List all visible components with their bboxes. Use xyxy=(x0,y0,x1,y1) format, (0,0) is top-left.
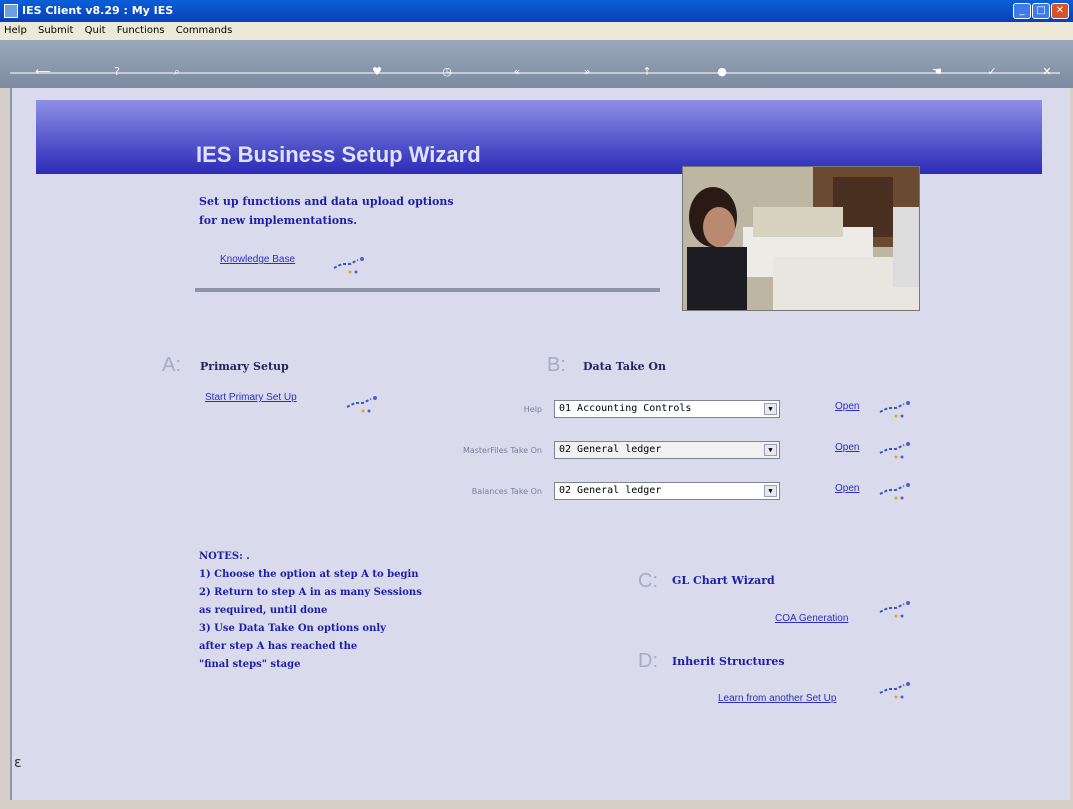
balances-take-on-select[interactable]: 02 General ledger ▼ xyxy=(554,482,780,500)
menu-functions[interactable]: Functions xyxy=(117,22,165,40)
toolbar: ⟵ ? ⌕ ♥ ◷ « » ↑ ● ☚ ✓ ✕ xyxy=(0,40,1073,88)
menu-submit[interactable]: Submit xyxy=(38,22,73,40)
banner: IES Business Setup Wizard xyxy=(36,100,1042,174)
step-b-letter: B: xyxy=(547,354,566,376)
network-icon[interactable] xyxy=(332,254,366,276)
title-bar: IES Client v8.29 : My IES _ □ ✕ xyxy=(0,0,1073,22)
balances-take-on-select-value: 02 General ledger xyxy=(559,485,662,496)
circle-icon[interactable]: ● xyxy=(715,65,729,79)
up-icon[interactable]: ↑ xyxy=(640,65,654,79)
help-label: Help xyxy=(523,405,542,414)
coa-generation-link[interactable]: COA Generation xyxy=(775,613,848,624)
network-icon[interactable] xyxy=(345,393,379,415)
menu-quit[interactable]: Quit xyxy=(85,22,106,40)
heart-icon[interactable]: ♥ xyxy=(370,65,384,79)
inherit-structures-title: Inherit Structures xyxy=(672,655,785,668)
window-title: IES Client v8.29 : My IES xyxy=(22,4,174,17)
forward-icon[interactable]: » xyxy=(580,65,594,79)
divider xyxy=(195,288,660,292)
intro-line-1: Set up functions and data upload options xyxy=(199,195,454,208)
network-icon[interactable] xyxy=(878,480,912,502)
learn-from-another-setup-link[interactable]: Learn from another Set Up xyxy=(718,693,836,704)
help-icon[interactable]: ? xyxy=(110,65,124,79)
maximize-button[interactable]: □ xyxy=(1032,3,1050,19)
office-photo xyxy=(682,166,920,311)
step-a-letter: A: xyxy=(162,354,181,376)
minimize-button[interactable]: _ xyxy=(1013,3,1031,19)
menu-help[interactable]: Help xyxy=(4,22,27,40)
notes-line: 2) Return to step A in as many Sessions xyxy=(199,587,422,598)
side-marker-icon: ɛ xyxy=(14,755,22,771)
notes-line: after step A has reached the xyxy=(199,641,358,652)
check-icon[interactable]: ✓ xyxy=(985,65,999,79)
intro: Set up functions and data upload options… xyxy=(199,192,454,230)
notes: NOTES: . 1) Choose the option at step A … xyxy=(199,548,422,674)
network-icon[interactable] xyxy=(878,439,912,461)
close-icon[interactable]: ✕ xyxy=(1040,65,1054,79)
data-take-on-title: Data Take On xyxy=(583,360,666,373)
balances-take-on-label: Balances Take On xyxy=(471,487,542,496)
close-button[interactable]: ✕ xyxy=(1051,3,1069,19)
step-d-letter: D: xyxy=(638,650,658,672)
step-c-letter: C: xyxy=(638,570,658,592)
menu-commands[interactable]: Commands xyxy=(176,22,233,40)
masterfiles-take-on-select[interactable]: 02 General ledger ▼ xyxy=(554,441,780,459)
open-balances-link[interactable]: Open xyxy=(835,483,859,494)
toolbar-rail xyxy=(10,72,1060,74)
notes-heading: NOTES: . xyxy=(199,551,250,562)
notes-line: 3) Use Data Take On options only xyxy=(199,623,386,634)
open-help-link[interactable]: Open xyxy=(835,401,859,412)
primary-setup-title: Primary Setup xyxy=(200,360,289,373)
knowledge-base-link[interactable]: Knowledge Base xyxy=(220,254,295,265)
gl-chart-wizard-title: GL Chart Wizard xyxy=(672,574,775,587)
notes-line: as required, until done xyxy=(199,605,328,616)
network-icon[interactable] xyxy=(878,598,912,620)
rewind-icon[interactable]: « xyxy=(510,65,524,79)
masterfiles-take-on-label: MasterFiles Take On xyxy=(462,446,542,455)
masterfiles-take-on-select-value: 02 General ledger xyxy=(559,444,662,455)
open-masterfiles-link[interactable]: Open xyxy=(835,442,859,453)
banner-title: IES Business Setup Wizard xyxy=(196,142,481,167)
network-icon[interactable] xyxy=(878,398,912,420)
help-select[interactable]: 01 Accounting Controls ▼ xyxy=(554,400,780,418)
hand-icon[interactable]: ☚ xyxy=(930,65,944,79)
clock-icon[interactable]: ◷ xyxy=(440,65,454,79)
help-select-value: 01 Accounting Controls xyxy=(559,403,692,414)
network-icon[interactable] xyxy=(878,679,912,701)
chevron-down-icon[interactable]: ▼ xyxy=(764,444,777,456)
intro-line-2: for new implementations. xyxy=(199,214,358,227)
wizard-content: IES Business Setup Wizard Set up functio… xyxy=(10,88,1070,800)
app-icon xyxy=(4,4,18,18)
search-icon[interactable]: ⌕ xyxy=(170,65,184,79)
back-arrow-icon[interactable]: ⟵ xyxy=(30,65,56,79)
chevron-down-icon[interactable]: ▼ xyxy=(764,403,777,415)
notes-line: 1) Choose the option at step A to begin xyxy=(199,569,419,580)
start-primary-setup-link[interactable]: Start Primary Set Up xyxy=(205,392,297,403)
notes-line: "final steps" stage xyxy=(199,659,301,670)
chevron-down-icon[interactable]: ▼ xyxy=(764,485,777,497)
menu-bar: Help Submit Quit Functions Commands xyxy=(0,22,1073,40)
